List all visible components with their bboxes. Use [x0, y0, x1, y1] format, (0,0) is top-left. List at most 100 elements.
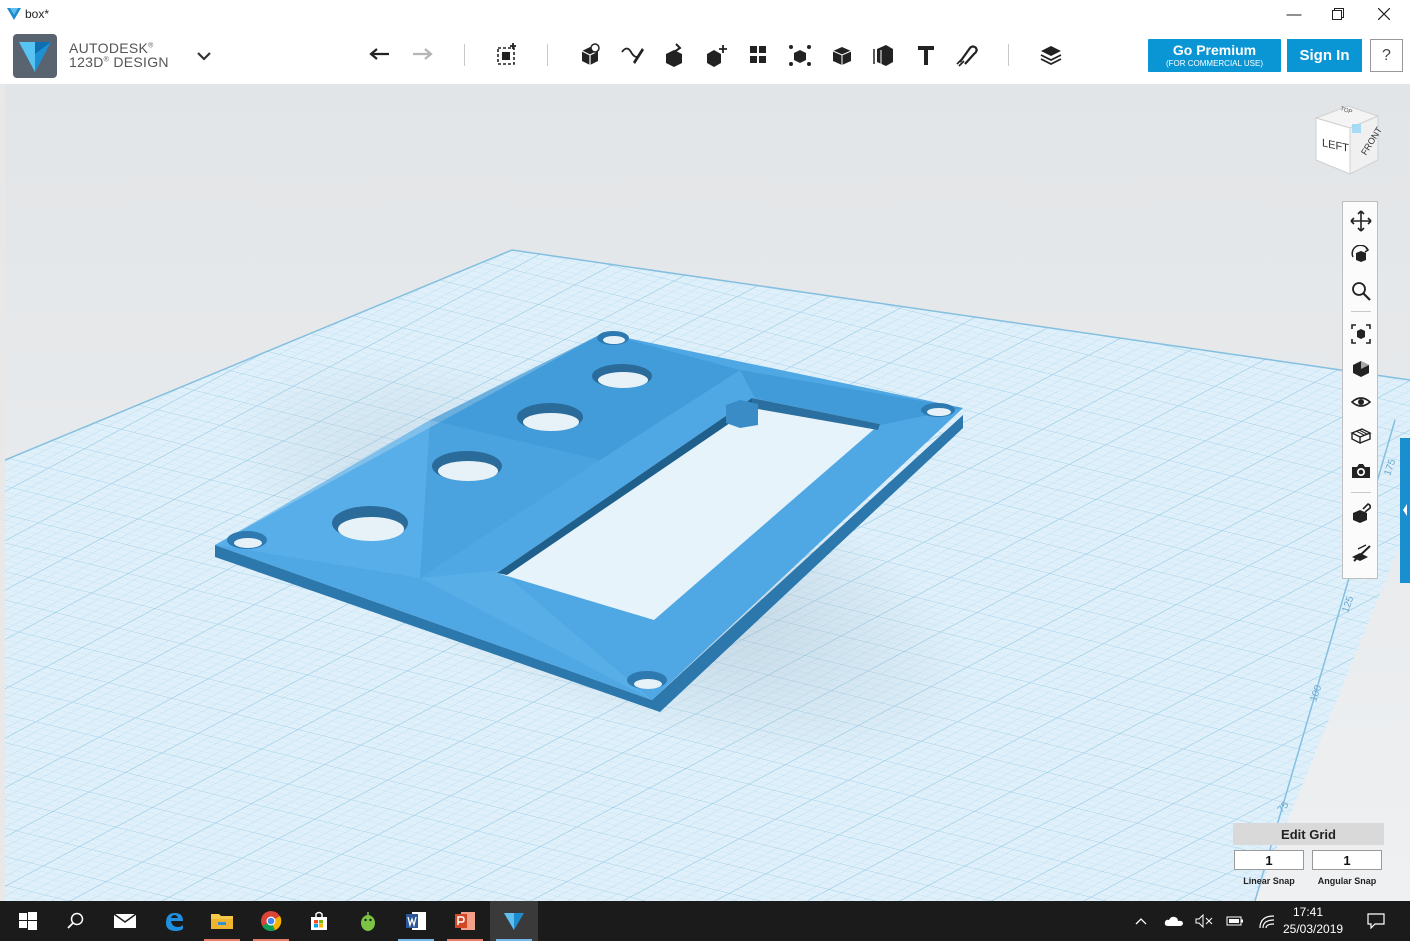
store-app[interactable] — [295, 901, 343, 941]
measure-icon — [873, 45, 893, 66]
chevron-left-icon — [1403, 504, 1407, 516]
volume-button[interactable] — [1193, 911, 1215, 931]
navigation-bar — [1342, 201, 1378, 579]
angular-snap-label: Angular Snap — [1317, 876, 1377, 886]
chevron-up-icon — [1135, 918, 1147, 925]
side-panel-toggle[interactable] — [1400, 438, 1410, 583]
battery-button[interactable] — [1224, 911, 1246, 931]
button-hole — [592, 364, 652, 388]
action-center-button[interactable] — [1364, 911, 1388, 931]
primitives-button[interactable] — [572, 37, 608, 73]
materials-button[interactable] — [1033, 37, 1069, 73]
new-box-icon — [497, 43, 516, 65]
modify-icon — [707, 45, 727, 67]
explorer-icon — [211, 914, 233, 929]
visibility-button[interactable] — [1347, 388, 1375, 416]
hide-icon — [1352, 544, 1371, 562]
edit-grid-panel: Edit Grid 1 1 Linear Snap Angular Snap — [1233, 823, 1384, 893]
go-premium-button[interactable]: Go Premium (FOR COMMERCIAL USE) — [1148, 39, 1281, 72]
powerpoint-icon — [455, 912, 475, 930]
navbar-separator — [1351, 311, 1371, 312]
angular-snap-input[interactable]: 1 — [1312, 850, 1382, 870]
edit-grid-button[interactable]: Edit Grid — [1233, 823, 1384, 845]
scene-canvas — [5, 84, 1410, 901]
word-app[interactable] — [392, 901, 440, 941]
pattern-button[interactable] — [740, 37, 776, 73]
fit-icon — [1351, 324, 1371, 344]
search-button[interactable] — [52, 901, 100, 941]
android-app[interactable] — [344, 901, 392, 941]
123d-icon — [504, 913, 524, 930]
minimize-button[interactable]: — — [1272, 2, 1316, 26]
measure-button[interactable] — [866, 37, 902, 73]
android-icon — [361, 912, 375, 931]
app-menu-dropdown[interactable] — [196, 50, 212, 62]
start-icon — [19, 912, 37, 930]
app-icon — [7, 8, 21, 20]
snap-icon — [1353, 503, 1372, 523]
volume-muted-icon — [1195, 914, 1213, 928]
go-premium-label: Go Premium — [1172, 42, 1257, 58]
mail-app[interactable] — [101, 901, 149, 941]
construct-icon — [666, 43, 682, 67]
linear-snap-input[interactable]: 1 — [1234, 850, 1304, 870]
minimize-icon: — — [1286, 5, 1302, 23]
start-button[interactable] — [4, 901, 52, 941]
brand-123d-design: 123D® DESIGN — [69, 54, 169, 70]
snap-button[interactable] — [949, 37, 985, 73]
word-icon — [406, 912, 426, 930]
zoom-button[interactable] — [1347, 277, 1375, 305]
modify-button[interactable] — [698, 37, 734, 73]
snap-nav-button[interactable] — [1347, 500, 1375, 528]
hide-button[interactable] — [1347, 540, 1375, 568]
group-icon — [789, 45, 811, 66]
3d-viewport[interactable]: 175 125 100 75 — [5, 84, 1410, 901]
primitives-icon — [581, 43, 600, 65]
materials-grid-icon — [1350, 428, 1372, 445]
chrome-app[interactable] — [247, 901, 295, 941]
orbit-icon — [1351, 245, 1370, 262]
combine-button[interactable] — [824, 37, 860, 73]
system-clock[interactable]: 17:41 25/03/2019 — [1283, 904, 1344, 938]
store-icon — [311, 911, 327, 930]
close-button[interactable] — [1362, 2, 1406, 26]
powerpoint-app[interactable] — [441, 901, 489, 941]
file-explorer-app[interactable] — [198, 901, 246, 941]
sketch-button[interactable] — [614, 37, 650, 73]
pan-button[interactable] — [1347, 207, 1375, 235]
view-cube[interactable]: LEFT FRONT TOP — [1310, 100, 1384, 180]
pan-icon — [1350, 210, 1372, 232]
close-icon — [1378, 8, 1390, 20]
text-button[interactable] — [908, 37, 944, 73]
materials-grid-button[interactable] — [1347, 422, 1375, 450]
app-menu-logo[interactable] — [13, 34, 57, 78]
orbit-button[interactable] — [1347, 242, 1375, 270]
network-button[interactable] — [1256, 911, 1278, 931]
window-title-bar: box* — — [0, 0, 1410, 28]
123d-design-app[interactable] — [490, 901, 538, 941]
onedrive-button[interactable] — [1162, 911, 1186, 931]
show-hidden-icons-button[interactable] — [1133, 911, 1149, 931]
group-button[interactable] — [782, 37, 818, 73]
navbar-separator — [1351, 492, 1371, 493]
mail-icon — [113, 913, 137, 928]
standoff-post — [726, 400, 758, 428]
screenshot-button[interactable] — [1347, 457, 1375, 485]
restore-button[interactable] — [1316, 2, 1360, 26]
fit-button[interactable] — [1347, 320, 1375, 348]
main-toolbar: AUTODESK® 123D® DESIGN Go Premium (FOR C… — [0, 28, 1410, 85]
redo-icon — [413, 48, 433, 60]
edge-app[interactable] — [150, 901, 198, 941]
help-button[interactable]: ? — [1370, 39, 1403, 72]
views-button[interactable] — [1347, 354, 1375, 382]
go-premium-sublabel: (FOR COMMERCIAL USE) — [1165, 59, 1264, 68]
chrome-icon — [261, 911, 282, 932]
notification-icon — [1367, 913, 1385, 929]
clock-date: 25/03/2019 — [1283, 922, 1344, 936]
sign-in-button[interactable]: Sign In — [1287, 39, 1362, 72]
redo-button[interactable] — [404, 37, 440, 73]
wifi-icon — [1259, 915, 1275, 929]
new-box-button[interactable] — [489, 37, 525, 73]
construct-button[interactable] — [656, 37, 692, 73]
undo-button[interactable] — [362, 37, 398, 73]
